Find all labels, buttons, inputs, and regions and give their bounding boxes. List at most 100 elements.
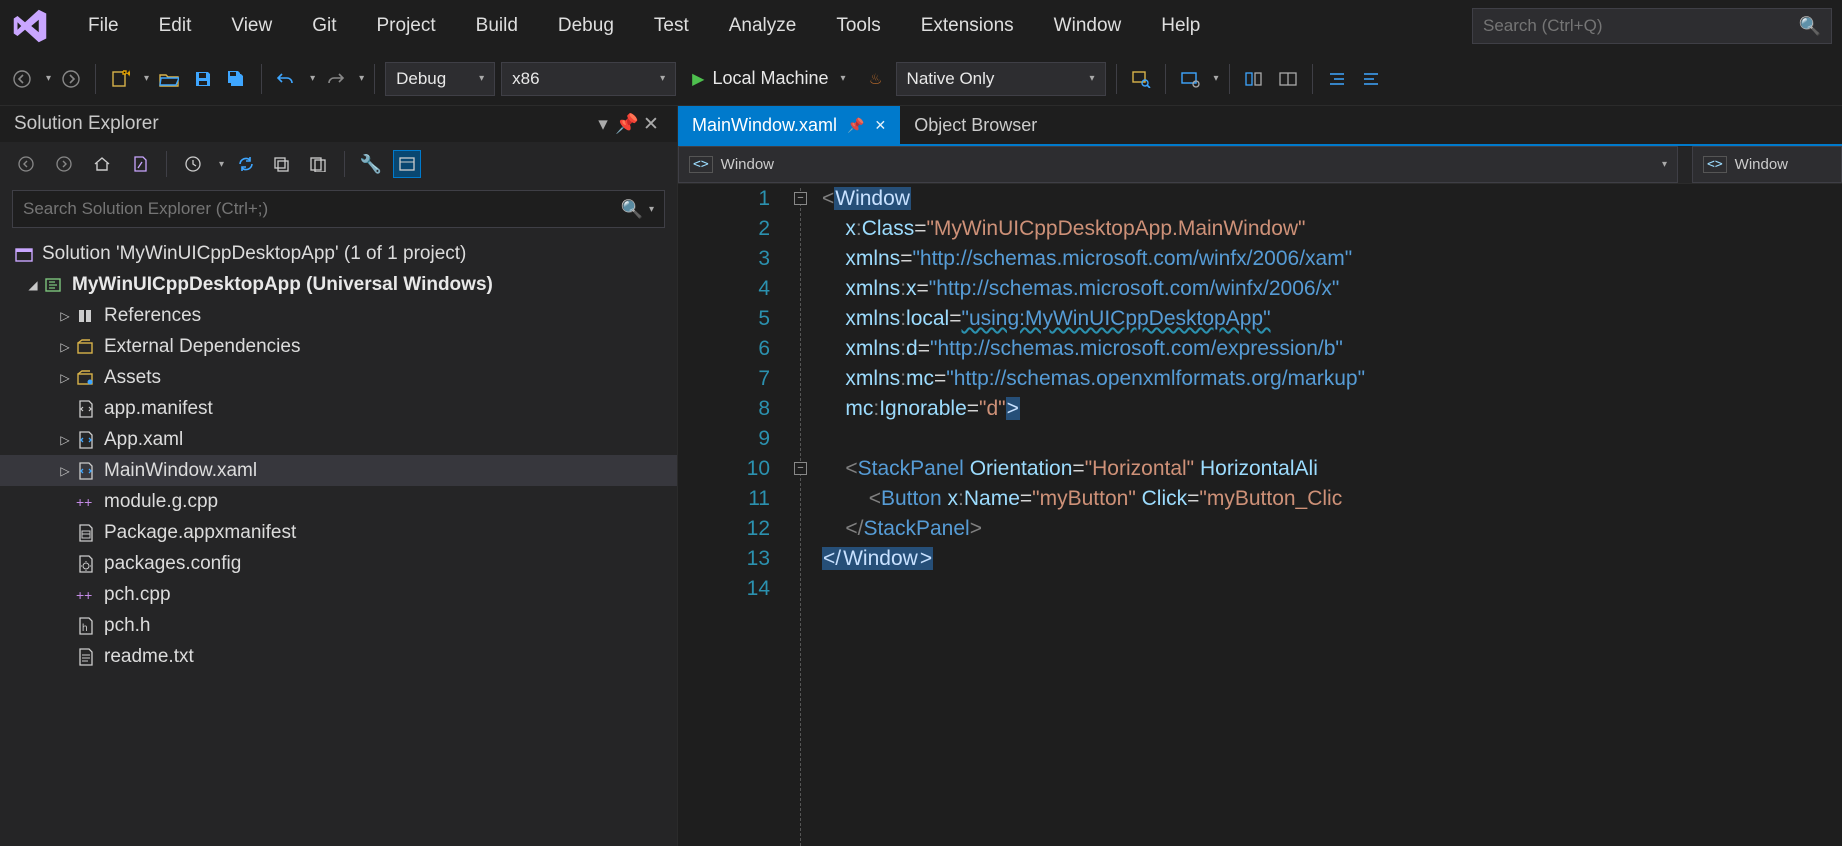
- menu-help[interactable]: Help: [1141, 5, 1220, 47]
- solution-tree[interactable]: Solution 'MyWinUICppDesktopApp' (1 of 1 …: [0, 234, 677, 846]
- chevron-down-icon[interactable]: ▾: [219, 159, 224, 170]
- line-number-gutter: 1234567891011121314: [678, 184, 788, 846]
- hot-reload-icon[interactable]: ♨: [862, 65, 890, 93]
- editor-nav-right[interactable]: <> Window: [1692, 146, 1842, 183]
- global-search[interactable]: 🔍: [1472, 8, 1832, 44]
- tree-project[interactable]: ◢ MyWinUICppDesktopApp (Universal Window…: [0, 269, 677, 300]
- live-preview-button[interactable]: [1176, 65, 1204, 93]
- expand-icon[interactable]: ▷: [56, 371, 74, 385]
- tree-item[interactable]: hpch.h: [0, 610, 677, 641]
- global-search-input[interactable]: [1483, 16, 1799, 36]
- tree-item[interactable]: packages.config: [0, 548, 677, 579]
- panel-pin-icon[interactable]: 📌: [615, 112, 639, 136]
- tab-object-browser[interactable]: Object Browser: [900, 106, 1051, 144]
- undo-dropdown[interactable]: ▾: [310, 73, 315, 84]
- separator: [261, 64, 262, 94]
- tree-item[interactable]: ▷External Dependencies: [0, 331, 677, 362]
- format-outdent-button[interactable]: [1357, 65, 1385, 93]
- menu-analyze[interactable]: Analyze: [709, 5, 817, 47]
- solution-search[interactable]: 🔍 ▾: [12, 190, 665, 228]
- tree-item[interactable]: ++module.g.cpp: [0, 486, 677, 517]
- window-layout-button-1[interactable]: [1240, 65, 1268, 93]
- sol-nav-back-button[interactable]: [12, 150, 40, 178]
- sol-properties-button[interactable]: 🔧: [357, 150, 385, 178]
- menu-window[interactable]: Window: [1034, 5, 1142, 47]
- file-icon: [74, 459, 98, 483]
- save-button[interactable]: [189, 65, 217, 93]
- tree-item[interactable]: app.manifest: [0, 393, 677, 424]
- editor-nav-left[interactable]: <> Window ▾: [678, 146, 1678, 183]
- sol-pending-changes-button[interactable]: [179, 150, 207, 178]
- tree-solution-root[interactable]: Solution 'MyWinUICppDesktopApp' (1 of 1 …: [0, 238, 677, 269]
- expand-icon[interactable]: ▷: [56, 309, 74, 323]
- expand-icon[interactable]: ◢: [24, 278, 42, 292]
- tree-item[interactable]: Package.appxmanifest: [0, 517, 677, 548]
- menu-build[interactable]: Build: [456, 5, 538, 47]
- solution-search-input[interactable]: [23, 199, 621, 219]
- menu-edit[interactable]: Edit: [139, 5, 212, 47]
- code-editor[interactable]: 1234567891011121314 − − <Window x:Class=…: [678, 184, 1842, 846]
- tree-item[interactable]: ▷ MainWindow.xaml: [0, 455, 677, 486]
- sol-show-all-files-button[interactable]: [304, 150, 332, 178]
- tree-label: MainWindow.xaml: [104, 460, 257, 482]
- nav-forward-button[interactable]: [57, 65, 85, 93]
- nav-back-button[interactable]: [8, 65, 36, 93]
- sol-home-button[interactable]: [88, 150, 116, 178]
- start-debug-dropdown[interactable]: ▾: [841, 73, 846, 84]
- expand-icon[interactable]: ▷: [56, 340, 74, 354]
- expand-icon[interactable]: ▷: [56, 464, 74, 478]
- menu-file[interactable]: File: [68, 5, 139, 47]
- sol-preview-button[interactable]: [393, 150, 421, 178]
- menu-git[interactable]: Git: [292, 5, 356, 47]
- nav-back-dropdown[interactable]: ▾: [46, 73, 51, 84]
- new-item-dropdown[interactable]: ▾: [144, 73, 149, 84]
- pin-icon[interactable]: 📌: [847, 117, 864, 134]
- menu-debug[interactable]: Debug: [538, 5, 634, 47]
- file-icon: [74, 397, 98, 421]
- close-icon[interactable]: ✕: [874, 117, 886, 134]
- solution-explorer-panel: Solution Explorer ▾ 📌 ✕ ▾ 🔧 🔍: [0, 106, 678, 846]
- tree-item[interactable]: ▷App.xaml: [0, 424, 677, 455]
- menu-view[interactable]: View: [211, 5, 292, 47]
- solution-config-combo[interactable]: Debug▾: [385, 62, 495, 96]
- code-body[interactable]: <Window x:Class="MyWinUICppDesktopApp.Ma…: [818, 184, 1365, 846]
- tree-item[interactable]: ▷Assets: [0, 362, 677, 393]
- sol-sync-button[interactable]: [232, 150, 260, 178]
- solution-platform-combo[interactable]: x86▾: [501, 62, 676, 96]
- tab-mainwindow-xaml[interactable]: MainWindow.xaml 📌 ✕: [678, 106, 900, 144]
- menu-tools[interactable]: Tools: [816, 5, 900, 47]
- expand-icon[interactable]: ▷: [56, 433, 74, 447]
- solution-explorer-title-bar: Solution Explorer ▾ 📌 ✕: [0, 106, 677, 142]
- sol-nav-forward-button[interactable]: [50, 150, 78, 178]
- undo-button[interactable]: [272, 65, 300, 93]
- xml-element-icon: <>: [689, 156, 713, 173]
- menu-extensions[interactable]: Extensions: [901, 5, 1034, 47]
- tree-label: Solution 'MyWinUICppDesktopApp' (1 of 1 …: [42, 243, 466, 265]
- menu-items: File Edit View Git Project Build Debug T…: [68, 5, 1220, 47]
- panel-dropdown-icon[interactable]: ▾: [591, 113, 615, 136]
- sol-switch-views-button[interactable]: [126, 150, 154, 178]
- tree-item[interactable]: readme.txt: [0, 641, 677, 672]
- fold-toggle[interactable]: −: [794, 192, 807, 205]
- menu-test[interactable]: Test: [634, 5, 709, 47]
- tree-item[interactable]: ++pch.cpp: [0, 579, 677, 610]
- start-debug-button[interactable]: ▶ Local Machine ▾: [682, 62, 855, 96]
- panel-close-icon[interactable]: ✕: [639, 113, 663, 136]
- new-item-button[interactable]: ✦: [106, 65, 134, 93]
- redo-dropdown[interactable]: ▾: [359, 73, 364, 84]
- format-indent-button[interactable]: [1323, 65, 1351, 93]
- find-in-files-button[interactable]: [1127, 65, 1155, 93]
- chevron-down-icon: ▾: [660, 73, 665, 84]
- save-all-button[interactable]: [223, 65, 251, 93]
- menu-project[interactable]: Project: [357, 5, 456, 47]
- separator: [166, 151, 167, 177]
- tree-item[interactable]: ▷References: [0, 300, 677, 331]
- window-layout-button-2[interactable]: [1274, 65, 1302, 93]
- chevron-down-icon[interactable]: ▾: [649, 204, 654, 215]
- debugger-type-combo[interactable]: Native Only▾: [896, 62, 1106, 96]
- redo-button[interactable]: [321, 65, 349, 93]
- live-preview-dropdown[interactable]: ▾: [1214, 73, 1219, 84]
- open-file-button[interactable]: [155, 65, 183, 93]
- fold-toggle[interactable]: −: [794, 462, 807, 475]
- sol-collapse-all-button[interactable]: [268, 150, 296, 178]
